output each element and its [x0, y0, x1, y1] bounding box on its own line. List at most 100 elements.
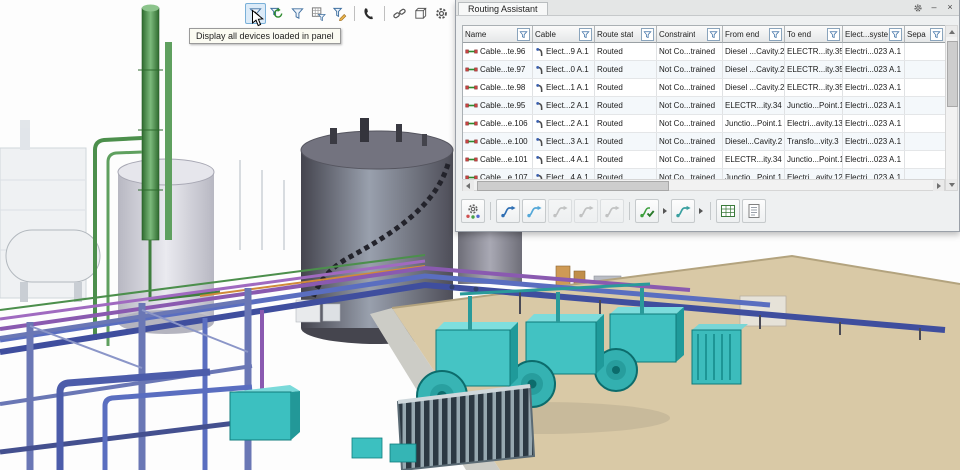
- column-header[interactable]: From end: [723, 26, 785, 43]
- tab-routing-assistant[interactable]: Routing Assistant: [458, 2, 548, 15]
- system-cell: Electri...023 A.1: [843, 151, 905, 168]
- constraint-cell: Not Co...trained: [657, 151, 723, 168]
- close-button[interactable]: ×: [945, 1, 955, 14]
- horizontal-scrollbar[interactable]: [462, 179, 945, 191]
- unroute-button: [548, 199, 572, 223]
- route-new-button[interactable]: [522, 199, 546, 223]
- routing-assistant-panel: Routing Assistant – × Name Cable Route stat…: [455, 0, 960, 232]
- name-cell: Cable...te.96: [463, 43, 533, 60]
- filter-icon[interactable]: [641, 27, 654, 41]
- filter-icon[interactable]: [889, 27, 902, 41]
- scroll-left-icon[interactable]: [463, 180, 474, 191]
- route-tools-button[interactable]: [671, 199, 695, 223]
- table-row[interactable]: Cable...te.95 Elect...2 A.1 Routed Not Co..…: [463, 97, 946, 115]
- cable-cell: Elect...0 A.1: [533, 61, 595, 78]
- scroll-right-icon[interactable]: [933, 180, 944, 191]
- minimize-button[interactable]: –: [929, 1, 939, 14]
- refresh-devices-button[interactable]: [266, 3, 287, 24]
- from-end-cell: ELECTR...ity.34: [723, 97, 785, 114]
- filter-icon[interactable]: [930, 27, 943, 41]
- separator: [384, 6, 385, 21]
- table-row[interactable]: Cable...e.100 Elect...3 A.1 Routed Not Co..…: [463, 133, 946, 151]
- routing-settings-button[interactable]: [461, 199, 485, 223]
- column-label: Elect...syste: [845, 29, 888, 39]
- system-cell: Electri...023 A.1: [843, 61, 905, 78]
- name-cell: Cable...e.100: [463, 133, 533, 150]
- route-status-cell: Routed: [595, 61, 657, 78]
- connector-icon: [535, 47, 544, 57]
- column-header[interactable]: Constraint: [657, 26, 723, 43]
- frame-select-button[interactable]: [410, 3, 431, 24]
- connector-icon: [535, 101, 544, 111]
- column-label: Constraint: [659, 29, 696, 39]
- panel-options-button[interactable]: [913, 3, 923, 13]
- filter-icon[interactable]: [707, 27, 720, 41]
- scrollbar-thumb[interactable]: [947, 41, 958, 107]
- settings-button[interactable]: [431, 3, 452, 24]
- connector-icon: [535, 119, 544, 129]
- vertical-scrollbar[interactable]: [945, 25, 958, 191]
- cable-icon: [465, 83, 478, 92]
- separation-cell: [905, 151, 946, 168]
- to-end-cell: Junctio...Point.1: [785, 97, 843, 114]
- table-row[interactable]: Cable...te.98 Elect...1 A.1 Routed Not Co..…: [463, 79, 946, 97]
- route-selected-button[interactable]: [496, 199, 520, 223]
- to-end-cell: ELECTR...ity.35: [785, 43, 843, 60]
- separation-cell: [905, 133, 946, 150]
- report-button[interactable]: [742, 199, 766, 223]
- filter-icon[interactable]: [769, 27, 782, 41]
- teal-junction-box: [229, 385, 300, 441]
- column-header[interactable]: Name: [463, 26, 533, 43]
- column-header[interactable]: Sepa: [905, 26, 946, 43]
- constraint-cell: Not Co...trained: [657, 79, 723, 96]
- cable-icon: [465, 47, 478, 56]
- cable-icon: [465, 137, 478, 146]
- route-tools-button-dropdown-icon[interactable]: [699, 208, 703, 214]
- filter-icon[interactable]: [827, 27, 840, 41]
- filter-icon[interactable]: [579, 27, 592, 41]
- column-label: To end: [787, 29, 812, 39]
- table-header-row: Name Cable Route stat Constraint From end To …: [463, 26, 946, 43]
- name-cell: Cable...e.106: [463, 115, 533, 132]
- column-header[interactable]: Route stat: [595, 26, 657, 43]
- toolbar-tooltip: Display all devices loaded in panel: [189, 28, 341, 44]
- name-cell: Cable...te.97: [463, 61, 533, 78]
- cable-icon: [465, 65, 478, 74]
- validate-routes-button[interactable]: [635, 199, 659, 223]
- device-grid-filter-button[interactable]: [308, 3, 329, 24]
- cable-cell: Elect...2 A.1: [533, 97, 595, 114]
- column-header[interactable]: Elect...syste: [843, 26, 905, 43]
- link-button[interactable]: [389, 3, 410, 24]
- to-end-cell: ELECTR...ity.35: [785, 79, 843, 96]
- cable-cell: Elect...3 A.1: [533, 133, 595, 150]
- constraint-cell: Not Co...trained: [657, 97, 723, 114]
- separation-cell: [905, 97, 946, 114]
- panel-toolbar: [461, 197, 766, 225]
- main-toolbar: [245, 3, 452, 24]
- table-body: Cable...te.96 Elect...9 A.1 Routed Not Co..…: [463, 43, 946, 187]
- export-table-button[interactable]: [716, 199, 740, 223]
- separator: [710, 202, 711, 220]
- scroll-down-icon[interactable]: [946, 179, 957, 190]
- cable-cell: Elect...1 A.1: [533, 79, 595, 96]
- validate-routes-button-dropdown-icon[interactable]: [663, 208, 667, 214]
- column-header[interactable]: Cable: [533, 26, 595, 43]
- filter-devices-button[interactable]: [287, 3, 308, 24]
- separator: [490, 202, 491, 220]
- filter-icon[interactable]: [517, 27, 530, 41]
- table-row[interactable]: Cable...te.97 Elect...0 A.1 Routed Not Co..…: [463, 61, 946, 79]
- table-row[interactable]: Cable...e.101 Elect...4 A.1 Routed Not Co..…: [463, 151, 946, 169]
- cable-cell: Elect...2 A.1: [533, 115, 595, 132]
- separation-cell: [905, 43, 946, 60]
- scrollbar-thumb[interactable]: [477, 181, 669, 191]
- from-end-cell: Junctio...Point.1: [723, 115, 785, 132]
- table-row[interactable]: Cable...e.106 Elect...2 A.1 Routed Not Co..…: [463, 115, 946, 133]
- cable-cell: Elect...9 A.1: [533, 43, 595, 60]
- route-status-cell: Routed: [595, 133, 657, 150]
- scroll-up-icon[interactable]: [946, 26, 957, 37]
- table-row[interactable]: Cable...te.96 Elect...9 A.1 Routed Not Co..…: [463, 43, 946, 61]
- column-header[interactable]: To end: [785, 26, 843, 43]
- phone-button[interactable]: [359, 3, 380, 24]
- edit-filter-button[interactable]: [329, 3, 350, 24]
- route-status-cell: Routed: [595, 97, 657, 114]
